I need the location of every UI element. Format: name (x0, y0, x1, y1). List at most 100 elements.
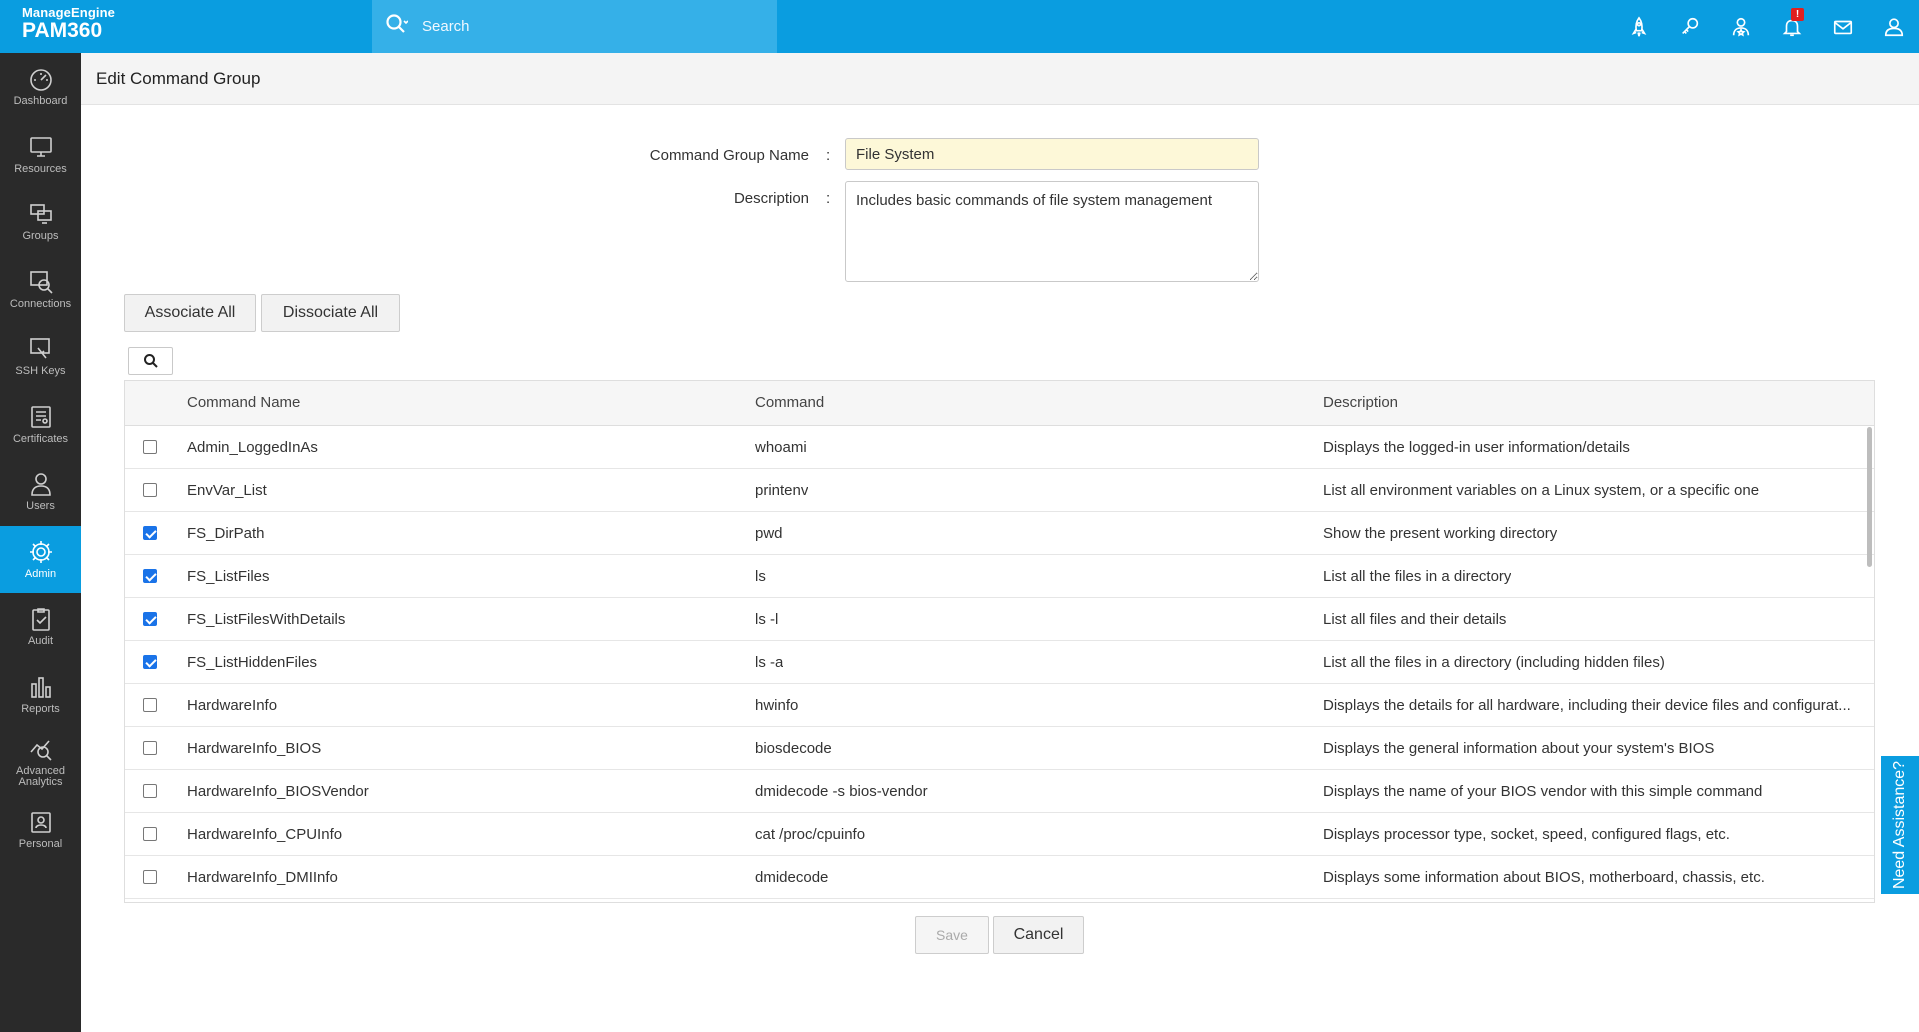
command-cell: biosdecode (755, 740, 832, 757)
analytics-icon (29, 740, 52, 761)
sidebar-item-label: Connections (9, 297, 72, 310)
name-colon: : (826, 147, 831, 164)
table-header: Command Name Command Description (125, 381, 1874, 426)
sidebar-item-advanced-analytics[interactable]: Advanced Analytics (0, 728, 81, 796)
command-name-cell: FS_ListHiddenFiles (187, 654, 318, 671)
dissociate-all-button[interactable]: Dissociate All (261, 294, 400, 332)
dashboard-icon (29, 69, 52, 92)
sidebar-item-audit[interactable]: Audit (0, 593, 81, 661)
need-assistance-label: Need Assistance? (1891, 760, 1909, 890)
command-name-cell: HardwareInfo_DMIInfo (187, 869, 338, 886)
search-icon (384, 12, 409, 42)
column-header-description[interactable]: Description (1323, 394, 1398, 411)
global-search-input[interactable] (422, 18, 722, 35)
command-name-cell: HardwareInfo_BIOSVendor (187, 783, 369, 800)
page-title: Edit Command Group (81, 53, 1919, 105)
command-group-name-input[interactable] (845, 138, 1259, 170)
sidebar-item-label: SSH Keys (15, 365, 66, 378)
associate-all-button[interactable]: Associate All (124, 294, 256, 332)
table-row[interactable]: HardwareInfo_BIOS biosdecode Displays the … (125, 727, 1874, 770)
save-button[interactable]: Save (915, 916, 989, 954)
table-row[interactable]: Admin_LoggedInAs whoami Displays the logge… (125, 426, 1874, 469)
sidebar-item-label: Certificates (12, 432, 69, 445)
description-cell: List all files and their details (1323, 611, 1507, 628)
bell-icon[interactable]: ! (1766, 0, 1817, 53)
key-link-icon[interactable] (1664, 0, 1715, 53)
sidebar-item-label: Dashboard (13, 95, 68, 108)
table-search-button[interactable] (128, 347, 173, 375)
command-cell: ls (755, 568, 766, 585)
table-row[interactable]: FS_DirPath pwd Show the present working di… (125, 512, 1874, 555)
description-cell: Displays the general information about y… (1323, 740, 1715, 757)
row-checkbox[interactable] (143, 741, 157, 755)
brand-logo[interactable]: ManageEngine PAM360 (0, 0, 200, 53)
global-search[interactable] (372, 0, 777, 53)
groups-icon (29, 204, 52, 225)
sidebar-item-certificates[interactable]: Certificates (0, 391, 81, 459)
table-scrollbar[interactable] (1867, 427, 1872, 567)
sidebar-item-label: Resources (14, 162, 67, 175)
table-row[interactable]: HardwareInfo_DMIInfo dmidecode Displays so… (125, 856, 1874, 899)
brand-big-text: PAM360 (22, 19, 103, 42)
table-row[interactable]: HardwareInfo_CPUInfo cat /proc/cpuinfo Dis… (125, 813, 1874, 856)
sidebar-item-resources[interactable]: Resources (0, 121, 81, 189)
need-assistance-tab[interactable]: Need Assistance? (1881, 756, 1919, 894)
sidebar-item-personal[interactable]: Personal (0, 796, 81, 864)
user-star-icon[interactable] (1715, 0, 1766, 53)
commands-table: Command Name Command Description Admin_L… (124, 380, 1875, 903)
sidebar-item-label: Groups (22, 230, 59, 243)
command-cell: dmidecode -s bios-vendor (755, 783, 928, 800)
row-checkbox[interactable] (143, 483, 157, 497)
table-row[interactable]: EnvVar_List printenv List all environment … (125, 469, 1874, 512)
sidebar-item-reports[interactable]: Reports (0, 661, 81, 729)
description-cell: Displays the details for all hardware, i… (1323, 697, 1851, 714)
table-row[interactable]: HardwareInfo hwinfo Displays the details f… (125, 684, 1874, 727)
monitor-icon (29, 136, 52, 157)
description-cell: List all the files in a directory (1323, 568, 1512, 585)
row-checkbox[interactable] (143, 827, 157, 841)
command-cell: dmidecode (755, 869, 829, 886)
sidebar: Dashboard Resources Groups Connections S… (0, 53, 81, 1032)
sidebar-item-label: Reports (21, 702, 60, 715)
row-checkbox[interactable] (143, 655, 157, 669)
row-checkbox[interactable] (143, 526, 157, 540)
description-cell: Displays the logged-in user information/… (1323, 439, 1630, 456)
row-checkbox[interactable] (143, 784, 157, 798)
sidebar-item-dashboard[interactable]: Dashboard (0, 53, 81, 121)
command-cell: cat /proc/cpuinfo (755, 826, 866, 843)
table-row[interactable]: FS_ListHiddenFiles ls -a List all the file… (125, 641, 1874, 684)
row-checkbox[interactable] (143, 440, 157, 454)
command-name-cell: FS_ListFilesWithDetails (187, 611, 346, 628)
sidebar-item-users[interactable]: Users (0, 458, 81, 526)
name-label: Command Group Name (649, 147, 809, 164)
column-header-command-name[interactable]: Command Name (187, 394, 300, 411)
rocket-icon[interactable] (1613, 0, 1664, 53)
description-textarea[interactable] (845, 181, 1259, 282)
command-name-cell: EnvVar_List (187, 482, 267, 499)
row-checkbox[interactable] (143, 698, 157, 712)
command-cell: printenv (755, 482, 809, 499)
user-icon[interactable] (1868, 0, 1919, 53)
cancel-button[interactable]: Cancel (993, 916, 1084, 954)
audit-icon (31, 608, 50, 632)
command-name-cell: FS_ListFiles (187, 568, 270, 585)
row-checkbox[interactable] (143, 569, 157, 583)
table-row[interactable]: FS_ListFiles ls List all the files in a di… (125, 555, 1874, 598)
mail-icon[interactable] (1817, 0, 1868, 53)
table-body: Admin_LoggedInAs whoami Displays the logge… (125, 426, 1874, 899)
sidebar-item-label: Users (26, 500, 55, 513)
top-icons: ! (1613, 0, 1919, 53)
table-row[interactable]: HardwareInfo_BIOSVendor dmidecode -s bios… (125, 770, 1874, 813)
sidebar-item-connections[interactable]: Connections (0, 256, 81, 324)
sidebar-item-ssh-keys[interactable]: SSH Keys (0, 323, 81, 391)
sidebar-item-admin[interactable]: Admin (0, 525, 81, 593)
command-cell: hwinfo (755, 697, 799, 714)
gear-icon (29, 540, 52, 563)
description-cell: Displays the name of your BIOS vendor wi… (1323, 783, 1763, 800)
table-row[interactable]: FS_ListFilesWithDetails ls -l List all fil… (125, 598, 1874, 641)
row-checkbox[interactable] (143, 870, 157, 884)
description-cell: Show the present working directory (1323, 525, 1558, 542)
sidebar-item-groups[interactable]: Groups (0, 188, 81, 256)
row-checkbox[interactable] (143, 612, 157, 626)
column-header-command[interactable]: Command (755, 394, 824, 411)
